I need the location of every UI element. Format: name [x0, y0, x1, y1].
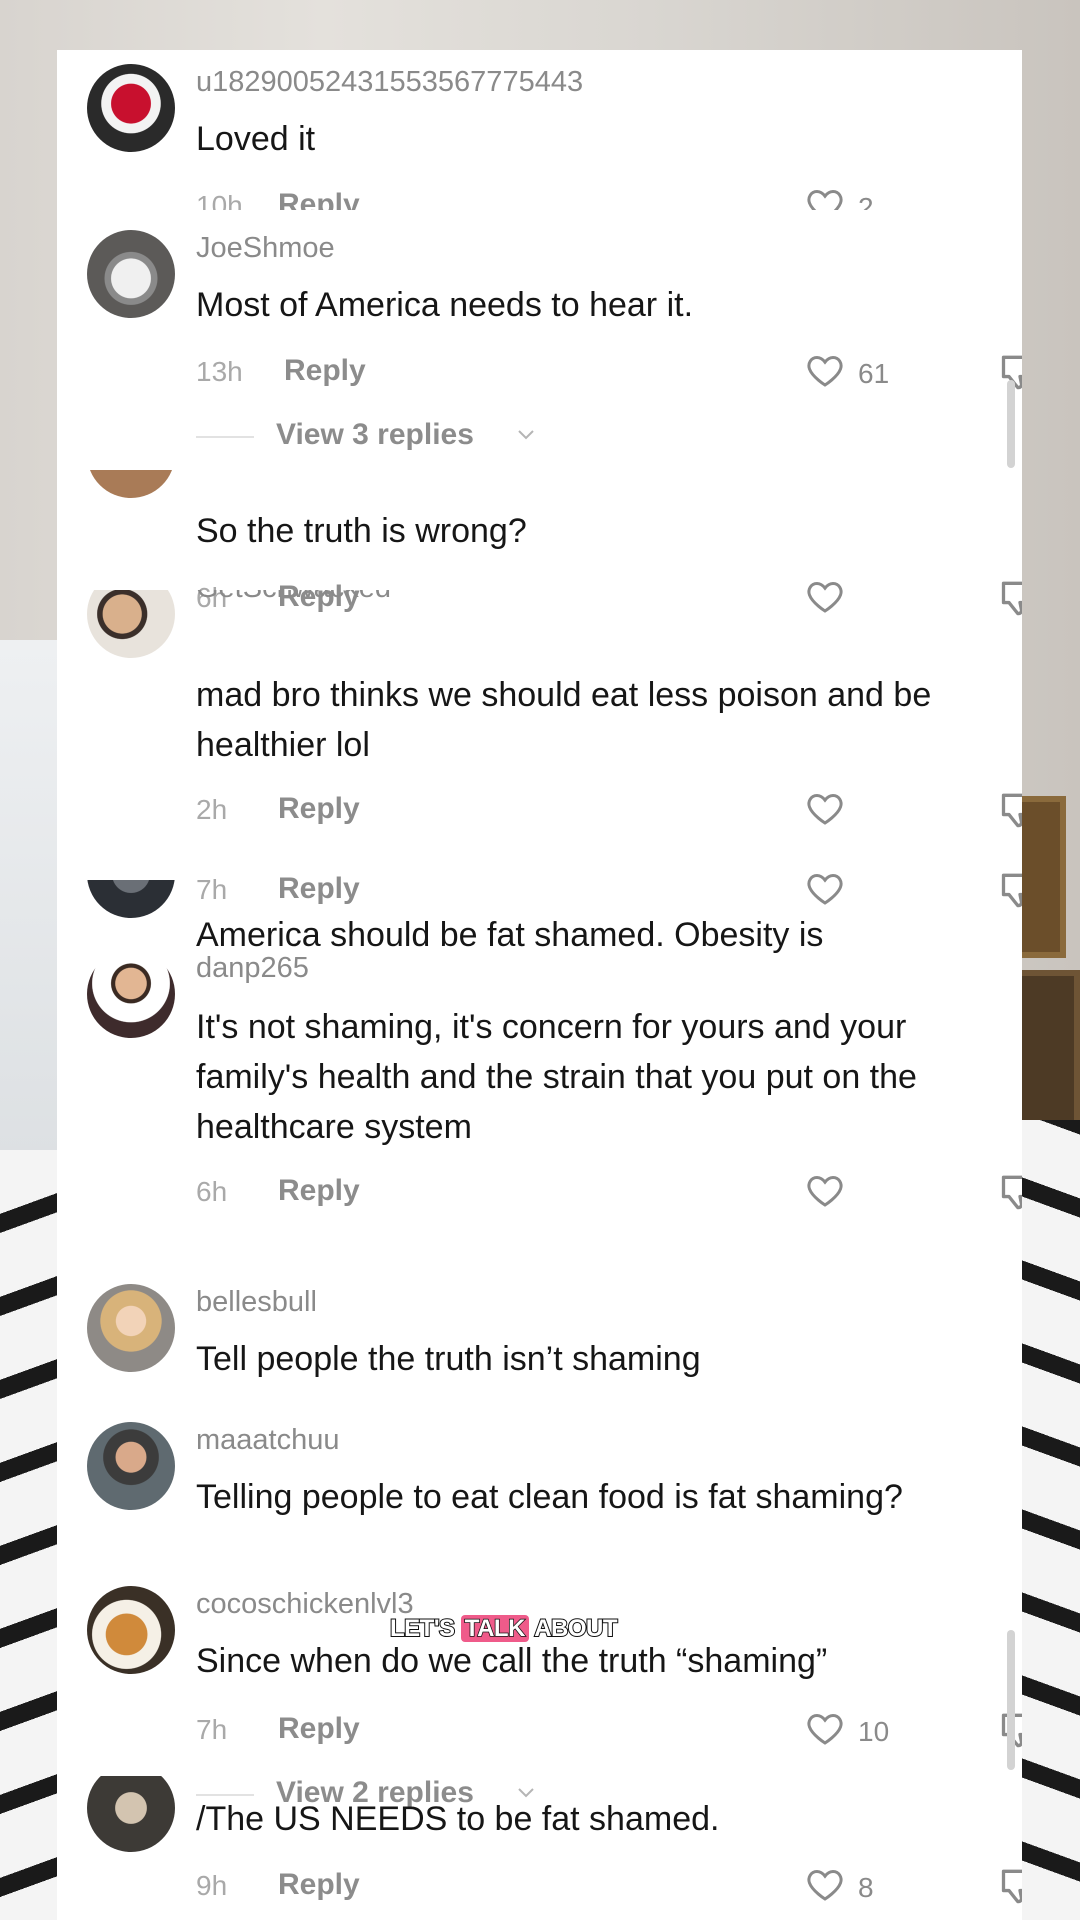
comment-time: 10h	[196, 190, 243, 210]
avatar[interactable]	[87, 1422, 175, 1510]
heart-icon[interactable]	[803, 350, 847, 390]
comment-meta: 13h Reply 61	[196, 354, 1022, 396]
reply-button[interactable]: Reply	[278, 1868, 360, 1902]
heart-icon[interactable]	[803, 1708, 847, 1748]
comment-text: Most of America needs to hear it.	[196, 286, 694, 324]
comment-item: GetSchwacked mad bro thinks we should ea…	[57, 590, 1022, 850]
sticker-word-highlight: TALK	[460, 1614, 529, 1643]
reply-button[interactable]: Reply	[278, 1174, 360, 1208]
scrollbar[interactable]	[1007, 380, 1015, 468]
like-count: 2	[858, 192, 874, 210]
comment-text: Telling people to eat clean food is fat …	[196, 1478, 903, 1516]
comment-time: 2h	[196, 794, 228, 825]
reply-button[interactable]: Reply	[278, 190, 360, 210]
comment-item: /The US NEEDS to be fat shamed. 9h Reply…	[57, 1776, 1022, 1920]
sticker-word: ABOUT	[533, 1614, 618, 1643]
avatar[interactable]	[87, 1776, 175, 1852]
thumbs-down-icon[interactable]	[998, 1864, 1022, 1908]
comment-item: cocoschickenlvl3 Since when do we call t…	[57, 1534, 1022, 1814]
comment-time: 9h	[196, 1870, 228, 1901]
thumbs-down-icon[interactable]	[998, 788, 1022, 832]
comment-text: /The US NEEDS to be fat shamed.	[196, 1800, 720, 1838]
heart-icon[interactable]	[803, 788, 847, 828]
comment-text: It's not shaming, it's concern for yours…	[196, 1008, 917, 1146]
view-replies-label: View 3 replies	[276, 418, 474, 451]
like-count: 8	[858, 1872, 874, 1903]
background-picture-frame	[1016, 970, 1080, 1142]
chevron-down-icon	[518, 430, 534, 440]
avatar[interactable]	[87, 64, 175, 152]
comment-username[interactable]: danp265	[196, 952, 309, 985]
comment-time: 6h	[196, 1176, 228, 1207]
comment-item: maaatchuu Telling people to eat clean fo…	[57, 1370, 1022, 1530]
comment-item: America should be fat shamed. Obesity is	[57, 880, 1022, 960]
comment-text: mad bro thinks we should eat less poison…	[196, 676, 932, 764]
comment-username[interactable]: u18290052431553567775443	[196, 66, 583, 99]
comment-username[interactable]: cocoschickenlvl3	[196, 1588, 414, 1621]
comment-meta: 10h Reply 2	[196, 190, 996, 210]
comment-meta: 7h Reply 10	[196, 1712, 1022, 1754]
reply-button[interactable]: Reply	[278, 792, 360, 826]
thumbs-down-icon[interactable]	[998, 1170, 1022, 1214]
like-count: 61	[858, 358, 890, 389]
comment-meta: 6h Reply	[196, 1174, 1022, 1216]
avatar[interactable]	[87, 470, 175, 498]
avatar[interactable]	[87, 590, 175, 658]
avatar[interactable]	[87, 230, 175, 318]
reply-button[interactable]: Reply	[278, 1712, 360, 1746]
reply-button[interactable]: Reply	[284, 354, 366, 388]
avatar[interactable]	[87, 880, 175, 918]
sticker-word: LET'S	[389, 1614, 456, 1643]
comment-item: bellesbull Tell people the truth isn’t s…	[57, 1230, 1022, 1378]
comment-text: Loved it	[196, 120, 316, 158]
comment-username[interactable]: maaatchuu	[196, 1424, 340, 1457]
avatar[interactable]	[87, 1586, 175, 1674]
comment-username[interactable]: JoeShmoe	[196, 232, 335, 265]
like-count: 10	[858, 1716, 890, 1747]
comment-username[interactable]: bellesbull	[196, 1286, 317, 1319]
heart-icon[interactable]	[803, 1864, 847, 1904]
heart-icon[interactable]	[803, 1170, 847, 1210]
comment-time: 13h	[196, 356, 243, 387]
comment-text: So the truth is wrong?	[196, 512, 527, 550]
avatar[interactable]	[87, 1284, 175, 1372]
view-replies-button[interactable]: View 3 replies	[196, 418, 696, 458]
divider	[196, 436, 254, 438]
video-caption-sticker: LET'S TALK ABOUT	[389, 1614, 619, 1655]
comment-time: 7h	[196, 1714, 228, 1745]
comment-meta: 2h Reply	[196, 792, 1022, 834]
avatar[interactable]	[87, 950, 175, 1038]
scrollbar[interactable]	[1007, 1630, 1015, 1770]
comment-meta: 9h Reply 8	[196, 1868, 1022, 1910]
comment-item: u18290052431553567775443 Loved it 10h Re…	[57, 50, 1022, 220]
heart-icon[interactable]	[803, 190, 847, 210]
comment-username[interactable]: GetSchwacked	[196, 590, 391, 605]
comment-item: danp265 It's not shaming, it's concern f…	[57, 950, 1022, 1250]
